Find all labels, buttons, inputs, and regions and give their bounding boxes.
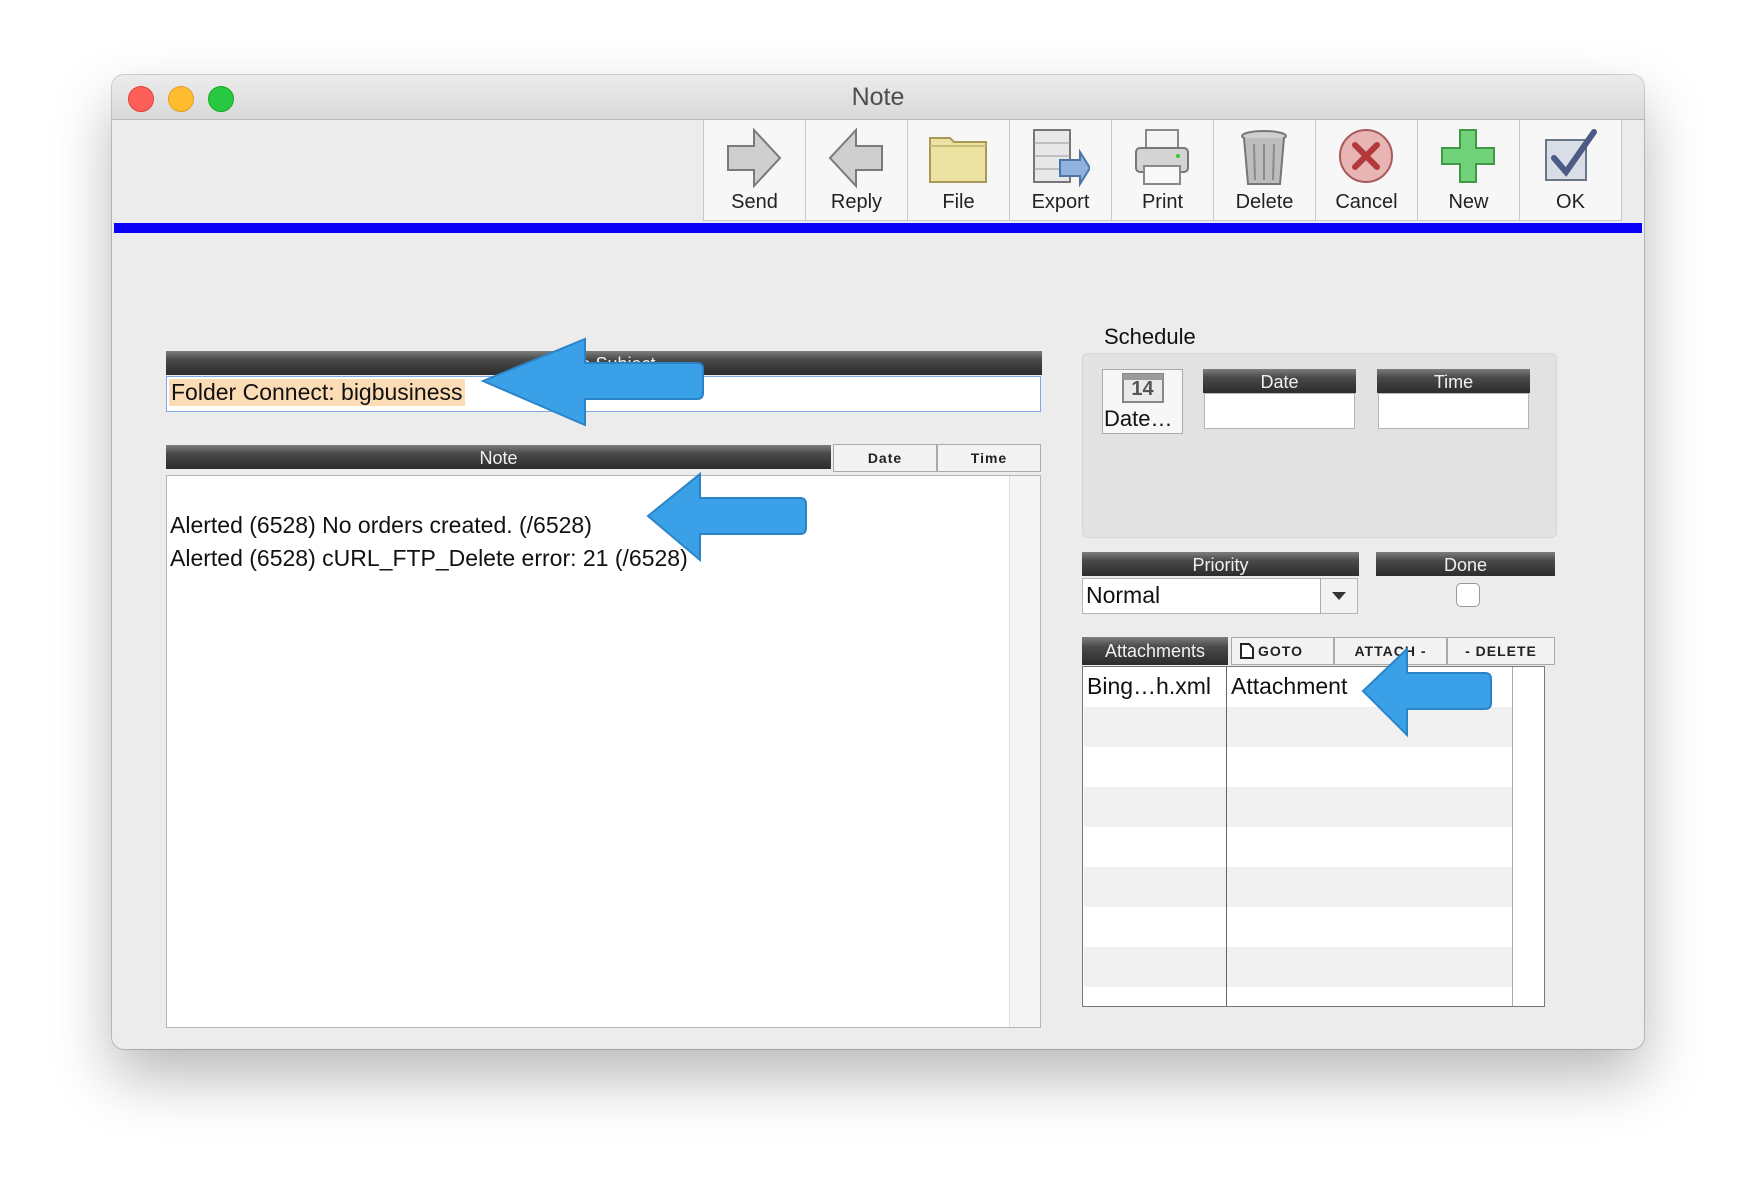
new-button[interactable]: New: [1417, 120, 1519, 221]
list-item: [1084, 747, 1512, 787]
export-button[interactable]: Export: [1009, 120, 1111, 221]
toolbar-accent-rule: [114, 223, 1642, 233]
note-header: Note: [166, 445, 831, 469]
priority-value: Normal: [1086, 582, 1161, 608]
cancel-icon: [1339, 129, 1393, 183]
schedule-date-field[interactable]: [1204, 393, 1355, 429]
note-scrollbar[interactable]: [1009, 476, 1040, 1027]
column-divider: [1512, 667, 1513, 1006]
priority-dropdown-button[interactable]: [1320, 579, 1357, 613]
export-icon: [1033, 129, 1090, 188]
attachment-type: Attachment: [1231, 673, 1348, 699]
file-button[interactable]: File: [907, 120, 1009, 221]
annotation-arrow-icon: [480, 337, 704, 427]
ok-button[interactable]: OK: [1519, 120, 1622, 221]
checkmark-icon: [1545, 129, 1597, 181]
file-label: File: [942, 191, 975, 213]
delete-label: Delete: [1235, 191, 1294, 213]
note-window: Note Send Reply File Export Print Delete…: [112, 75, 1644, 1049]
folder-icon: [929, 137, 987, 183]
printer-icon: [1135, 129, 1189, 185]
attachments-goto-button[interactable]: GOTO: [1231, 637, 1334, 665]
cancel-label: Cancel: [1335, 191, 1398, 213]
schedule-time-header: Time: [1377, 369, 1530, 393]
send-label: Send: [731, 191, 778, 213]
arrow-left-icon: [828, 127, 883, 189]
send-button[interactable]: Send: [703, 120, 805, 221]
column-divider: [1226, 667, 1227, 1006]
attachments-header: Attachments: [1082, 637, 1228, 665]
done-checkbox[interactable]: [1456, 583, 1480, 607]
note-line-2: Alerted (6528) cURL_FTP_Delete error: 21…: [170, 545, 688, 571]
reply-label: Reply: [830, 191, 883, 213]
reply-button[interactable]: Reply: [805, 120, 907, 221]
schedule-time-field[interactable]: [1378, 393, 1529, 429]
window-title: Note: [851, 83, 905, 111]
schedule-date-button-label: Date…: [1104, 406, 1173, 431]
calendar-day: 14: [1131, 378, 1154, 400]
ok-label: OK: [1556, 191, 1585, 213]
priority-select[interactable]: Normal: [1082, 578, 1358, 614]
attachment-file-name: Bing…h.xml: [1087, 673, 1211, 699]
note-line-1: Alerted (6528) No orders created. (/6528…: [170, 512, 592, 538]
cancel-button[interactable]: Cancel: [1315, 120, 1417, 221]
goto-label: GOTO: [1258, 643, 1303, 659]
print-button[interactable]: Print: [1111, 120, 1213, 221]
export-label: Export: [1031, 191, 1090, 213]
list-item: [1084, 827, 1512, 867]
toolbar: Send Reply File Export Print Delete Canc…: [703, 120, 1622, 222]
done-header: Done: [1376, 552, 1555, 576]
annotation-arrow-icon: [1361, 646, 1492, 738]
annotation-arrow-icon: [646, 471, 807, 563]
schedule-date-header: Date: [1203, 369, 1356, 393]
chevron-down-icon: [1332, 592, 1346, 600]
list-item: [1084, 867, 1512, 907]
title-bar: Note: [112, 75, 1644, 120]
note-date-button[interactable]: Date: [833, 444, 937, 472]
print-label: Print: [1141, 191, 1184, 213]
list-item: [1084, 947, 1512, 987]
delete-button[interactable]: Delete: [1213, 120, 1315, 221]
document-icon: [1240, 643, 1254, 659]
schedule-date-button[interactable]: 14 Date…: [1102, 369, 1183, 434]
list-item: [1084, 787, 1512, 827]
note-time-button[interactable]: Time: [937, 444, 1041, 472]
plus-icon: [1441, 129, 1495, 183]
trash-icon: [1241, 130, 1287, 185]
priority-header: Priority: [1082, 552, 1359, 576]
list-item: [1084, 987, 1512, 1006]
arrow-right-icon: [727, 127, 782, 189]
note-text-area[interactable]: Alerted (6528) No orders created. (/6528…: [166, 475, 1041, 1028]
list-item: [1084, 907, 1512, 947]
schedule-title: Schedule: [1104, 324, 1196, 349]
schedule-panel: 14 Date… Date Time: [1082, 353, 1557, 538]
note-subject-value: Folder Connect: bigbusiness: [169, 379, 465, 406]
new-label: New: [1448, 191, 1489, 213]
